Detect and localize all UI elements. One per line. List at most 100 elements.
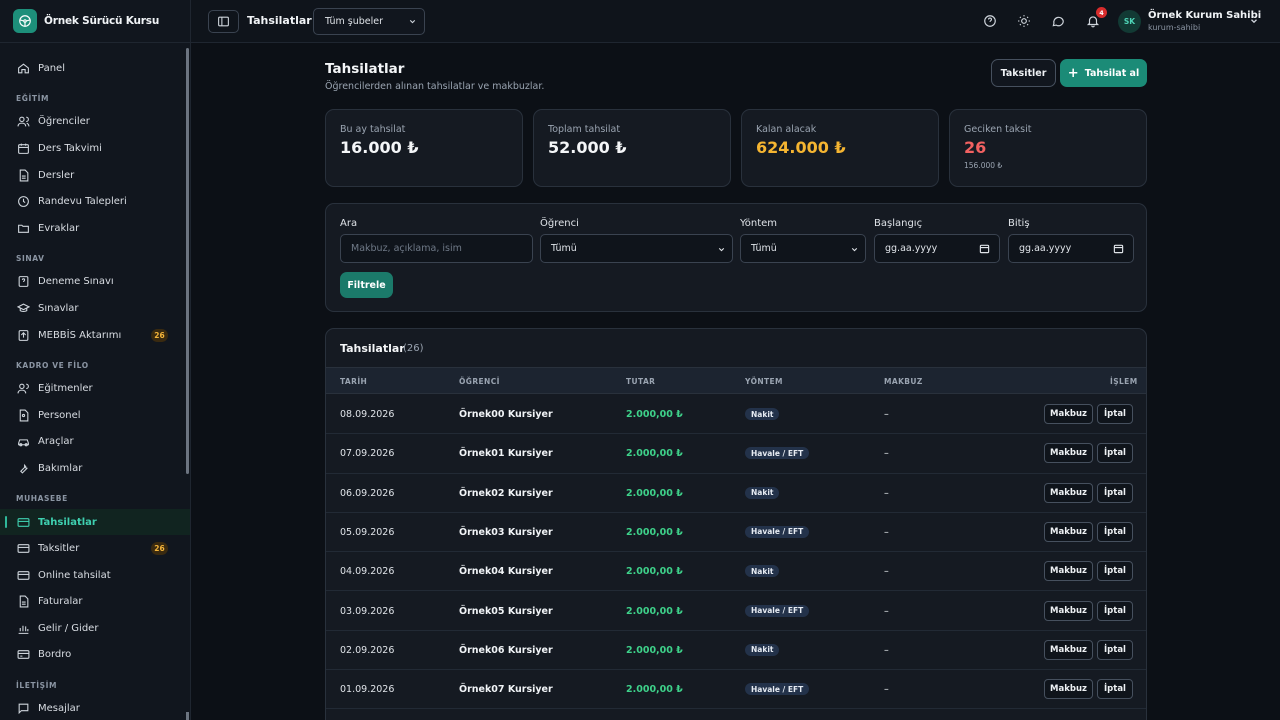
collect-payment-button[interactable]: + Tahsilat al bbox=[1060, 59, 1147, 87]
cancel-button[interactable]: İptal bbox=[1097, 639, 1133, 660]
clock-icon bbox=[17, 195, 30, 208]
sidebar-item-collections[interactable]: Tahsilatlar bbox=[0, 508, 190, 536]
sidebar-item-messages[interactable]: Mesajlar bbox=[0, 695, 190, 720]
stat-label: Kalan alacak bbox=[756, 124, 817, 135]
receipt-button[interactable]: Makbuz bbox=[1044, 482, 1093, 503]
sidebar-item-staff[interactable]: Personel bbox=[0, 402, 190, 429]
sidebar-item-online-collection[interactable]: Online tahsilat bbox=[0, 562, 190, 589]
sidebar-item-students[interactable]: Öğrenciler bbox=[0, 109, 190, 136]
installments-button[interactable]: Taksitler bbox=[991, 59, 1056, 87]
sidebar-item-payroll[interactable]: Bordro bbox=[0, 642, 190, 669]
document-icon bbox=[17, 595, 30, 608]
filter-button[interactable]: Filtrele bbox=[340, 272, 393, 298]
cancel-button[interactable]: İptal bbox=[1097, 482, 1133, 503]
cell-amount: 2.000,00 ₺ bbox=[626, 487, 683, 499]
cancel-button[interactable]: İptal bbox=[1097, 561, 1133, 582]
sidebar-item-invoices[interactable]: Faturalar bbox=[0, 589, 190, 616]
column-header-method[interactable]: YÖNTEM bbox=[745, 377, 783, 386]
bar-chart-icon bbox=[17, 622, 30, 635]
sidebar-scrollbar[interactable] bbox=[186, 48, 189, 474]
receipt-button[interactable]: Makbuz bbox=[1044, 561, 1093, 582]
table-row[interactable]: 07.09.2026 Örnek01 Kursiyer 2.000,00 ₺ Hava… bbox=[326, 434, 1146, 474]
table-row[interactable]: 01.09.2026 Örnek07 Kursiyer 2.000,00 ₺ Hava… bbox=[326, 670, 1146, 710]
upload-icon bbox=[17, 329, 30, 342]
cell-receipt: – bbox=[884, 409, 889, 420]
receipt-button[interactable]: Makbuz bbox=[1044, 600, 1093, 621]
sidebar-nav: Panel EĞİTİM Öğrenciler Ders Takvimi Der… bbox=[0, 43, 190, 720]
sidebar-item-maintenance[interactable]: Bakımlar bbox=[0, 455, 190, 482]
search-label: Ara bbox=[340, 218, 358, 229]
cell-receipt: – bbox=[884, 526, 889, 538]
cancel-button[interactable]: İptal bbox=[1097, 521, 1133, 542]
table-row[interactable]: 04.09.2026 Örnek04 Kursiyer 2.000,00 ₺ Naki… bbox=[326, 552, 1146, 592]
cell-date: 04.09.2026 bbox=[340, 566, 395, 578]
cell-student[interactable]: Örnek04 Kursiyer bbox=[459, 566, 553, 577]
cell-student[interactable]: Örnek03 Kursiyer bbox=[459, 527, 553, 538]
sun-icon[interactable] bbox=[1017, 14, 1031, 28]
receipt-button[interactable]: Makbuz bbox=[1044, 521, 1093, 542]
stat-label: Bu ay tahsilat bbox=[340, 124, 406, 135]
cancel-button[interactable]: İptal bbox=[1097, 404, 1133, 424]
table-row[interactable] bbox=[326, 709, 1146, 720]
start-date-input[interactable]: gg.aa.yyyy bbox=[874, 234, 1000, 263]
cell-student[interactable]: Örnek00 Kursiyer bbox=[459, 409, 553, 420]
column-header-receipt[interactable]: MAKBUZ bbox=[884, 377, 923, 386]
sidebar-item-exams[interactable]: Sınavlar bbox=[0, 295, 190, 322]
table-row[interactable]: 08.09.2026 Örnek00 Kursiyer 2.000,00 ₺ Naki… bbox=[326, 395, 1146, 435]
cell-student[interactable]: Örnek02 Kursiyer bbox=[459, 488, 553, 499]
stat-sub: 156.000 ₺ bbox=[964, 161, 1003, 170]
sidebar-item-documents[interactable]: Evraklar bbox=[0, 215, 190, 242]
column-header-date[interactable]: TARİH bbox=[340, 377, 367, 386]
sidebar-scrollbar-thumb[interactable] bbox=[186, 712, 189, 720]
column-header-student[interactable]: ÖĞRENCİ bbox=[459, 377, 500, 386]
cell-student[interactable]: Örnek01 Kursiyer bbox=[459, 448, 553, 459]
end-date-input[interactable]: gg.aa.yyyy bbox=[1008, 234, 1134, 263]
cell-method-badge: Nakit bbox=[745, 565, 780, 578]
sidebar-section-title: MUHASEBE bbox=[16, 494, 68, 504]
receipt-button[interactable]: Makbuz bbox=[1044, 639, 1093, 660]
sidebar-item-lessons[interactable]: Dersler bbox=[0, 162, 190, 189]
cancel-button[interactable]: İptal bbox=[1097, 679, 1133, 700]
method-select[interactable]: Tümü bbox=[740, 234, 866, 263]
cell-student[interactable]: Örnek07 Kursiyer bbox=[459, 684, 553, 695]
cancel-button[interactable]: İptal bbox=[1097, 443, 1133, 464]
chat-icon[interactable] bbox=[1051, 14, 1065, 28]
table-row[interactable]: 06.09.2026 Örnek02 Kursiyer 2.000,00 ₺ Naki… bbox=[326, 474, 1146, 513]
column-header-amount[interactable]: TUTAR bbox=[626, 377, 655, 386]
search-input[interactable]: Makbuz, açıklama, isim bbox=[340, 234, 533, 263]
table-row[interactable]: 02.09.2026 Örnek06 Kursiyer 2.000,00 ₺ Naki… bbox=[326, 631, 1146, 671]
cell-receipt: – bbox=[884, 487, 889, 499]
cell-student[interactable]: Örnek06 Kursiyer bbox=[459, 645, 553, 656]
calendar-icon[interactable] bbox=[979, 243, 990, 254]
help-icon[interactable] bbox=[983, 14, 997, 28]
sidebar-item-instructors[interactable]: Eğitmenler bbox=[0, 375, 190, 402]
chevron-down-icon[interactable] bbox=[1249, 16, 1259, 26]
user-name[interactable]: Örnek Kurum Sahibi bbox=[1148, 10, 1261, 21]
sidebar-item-appointment-requests[interactable]: Randevu Talepleri bbox=[0, 188, 190, 215]
sidebar-item-mebbis-transfer[interactable]: MEBBİS Aktarımı 26 bbox=[0, 322, 190, 349]
user-role: kurum-sahibi bbox=[1148, 23, 1201, 32]
branch-select[interactable]: Tüm şubeler bbox=[313, 8, 425, 35]
filter-panel: Ara Makbuz, açıklama, isim Öğrenci Tümü … bbox=[325, 203, 1147, 312]
chevron-down-icon bbox=[851, 247, 858, 252]
cancel-button[interactable]: İptal bbox=[1097, 600, 1133, 621]
quiz-icon bbox=[17, 275, 30, 288]
sidebar-item-practice-exam[interactable]: Deneme Sınavı bbox=[0, 269, 190, 296]
receipt-button[interactable]: Makbuz bbox=[1044, 679, 1093, 700]
sidebar-item-installments[interactable]: Taksitler 26 bbox=[0, 535, 190, 562]
calendar-icon[interactable] bbox=[1113, 243, 1124, 254]
table-row[interactable]: 03.09.2026 Örnek05 Kursiyer 2.000,00 ₺ Hava… bbox=[326, 592, 1146, 631]
sidebar-item-vehicles[interactable]: Araçlar bbox=[0, 429, 190, 456]
table-row[interactable]: 05.09.2026 Örnek03 Kursiyer 2.000,00 ₺ Hava… bbox=[326, 513, 1146, 553]
sidebar-toggle-button[interactable] bbox=[208, 10, 239, 33]
cell-date: 06.09.2026 bbox=[340, 487, 395, 499]
cell-student[interactable]: Örnek05 Kursiyer bbox=[459, 606, 553, 617]
sidebar-item-panel[interactable]: Panel bbox=[0, 55, 190, 82]
student-select[interactable]: Tümü bbox=[540, 234, 733, 263]
brand[interactable]: Örnek Sürücü Kursu bbox=[0, 0, 190, 43]
receipt-button[interactable]: Makbuz bbox=[1044, 443, 1093, 464]
avatar[interactable]: SK bbox=[1118, 10, 1141, 33]
sidebar-item-income-expense[interactable]: Gelir / Gider bbox=[0, 615, 190, 642]
receipt-button[interactable]: Makbuz bbox=[1044, 404, 1093, 424]
sidebar-item-lesson-calendar[interactable]: Ders Takvimi bbox=[0, 135, 190, 162]
